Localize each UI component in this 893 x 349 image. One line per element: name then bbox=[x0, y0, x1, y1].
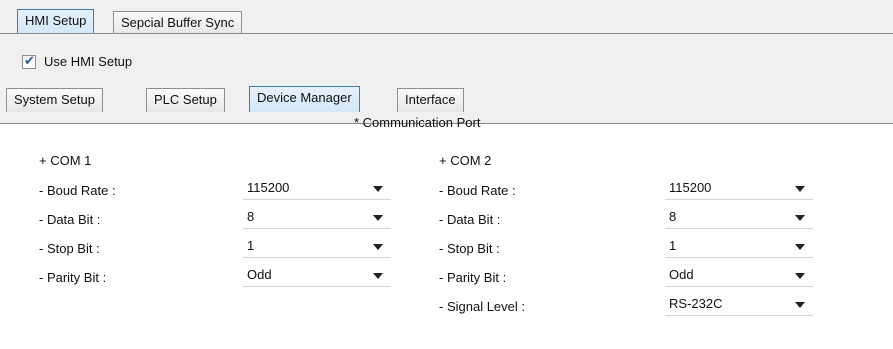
com2-boud-rate-label: - Boud Rate : bbox=[439, 183, 516, 198]
top-tab-strip: HMI Setup Sepcial Buffer Sync bbox=[0, 0, 893, 35]
com2-stop-bit-label: - Stop Bit : bbox=[439, 241, 500, 256]
tab-hmi-setup[interactable]: HMI Setup bbox=[17, 9, 95, 35]
com1-stop-bit-label: - Stop Bit : bbox=[39, 241, 100, 256]
tab-system-setup[interactable]: System Setup bbox=[6, 88, 103, 112]
com2-data-bit-value: 8 bbox=[669, 209, 677, 224]
com1-parity-bit-value: Odd bbox=[247, 267, 272, 282]
tab-device-manager[interactable]: Device Manager bbox=[249, 86, 360, 112]
tab-interface[interactable]: Interface bbox=[397, 88, 464, 112]
com2-parity-bit-value: Odd bbox=[669, 267, 694, 282]
tab-plc-setup[interactable]: PLC Setup bbox=[146, 88, 225, 112]
tab-special-buffer-sync[interactable]: Sepcial Buffer Sync bbox=[113, 11, 243, 35]
dropdown-arrow-icon bbox=[373, 186, 383, 192]
com2-boud-rate-value: 115200 bbox=[669, 180, 712, 195]
hmi-setup-panel: ✔ Use HMI Setup System Setup PLC Setup D… bbox=[0, 34, 893, 124]
dropdown-arrow-icon bbox=[795, 244, 805, 250]
com2-parity-bit-label: - Parity Bit : bbox=[439, 270, 507, 285]
com1-boud-rate-label: - Boud Rate : bbox=[39, 183, 116, 198]
dropdown-arrow-icon bbox=[373, 273, 383, 279]
com2-data-bit-select[interactable]: 8 bbox=[665, 207, 813, 229]
dropdown-arrow-icon bbox=[373, 215, 383, 221]
dropdown-arrow-icon bbox=[795, 215, 805, 221]
com2-boud-rate-select[interactable]: 115200 bbox=[665, 178, 813, 200]
com1-data-bit-label: - Data Bit : bbox=[39, 212, 101, 227]
dropdown-arrow-icon bbox=[795, 273, 805, 279]
section-title: * Communication Port bbox=[354, 115, 481, 130]
com2-stop-bit-value: 1 bbox=[669, 238, 677, 253]
com1-stop-bit-value: 1 bbox=[247, 238, 255, 253]
use-hmi-label: Use HMI Setup bbox=[44, 54, 133, 69]
com1-title: + COM 1 bbox=[39, 153, 92, 168]
com2-signal-level-select[interactable]: RS-232C bbox=[665, 294, 813, 316]
checkmark-icon: ✔ bbox=[24, 53, 35, 68]
com1-parity-bit-label: - Parity Bit : bbox=[39, 270, 107, 285]
com2-title: + COM 2 bbox=[439, 153, 492, 168]
com2-data-bit-label: - Data Bit : bbox=[439, 212, 501, 227]
com2-signal-level-label: - Signal Level : bbox=[439, 299, 525, 314]
dropdown-arrow-icon bbox=[373, 244, 383, 250]
com1-boud-rate-value: 115200 bbox=[247, 180, 290, 195]
dropdown-arrow-icon bbox=[795, 302, 805, 308]
com1-data-bit-value: 8 bbox=[247, 209, 255, 224]
com1-stop-bit-select[interactable]: 1 bbox=[243, 236, 391, 258]
dropdown-arrow-icon bbox=[795, 186, 805, 192]
device-manager-content: * Communication Port + COM 1 - Boud Rate… bbox=[0, 115, 893, 349]
use-hmi-checkbox[interactable]: ✔ bbox=[22, 53, 36, 69]
com2-parity-bit-select[interactable]: Odd bbox=[665, 265, 813, 287]
com1-boud-rate-select[interactable]: 115200 bbox=[243, 178, 391, 200]
com2-stop-bit-select[interactable]: 1 bbox=[665, 236, 813, 258]
com2-signal-level-value: RS-232C bbox=[669, 296, 723, 311]
com1-data-bit-select[interactable]: 8 bbox=[243, 207, 391, 229]
com1-parity-bit-select[interactable]: Odd bbox=[243, 265, 391, 287]
